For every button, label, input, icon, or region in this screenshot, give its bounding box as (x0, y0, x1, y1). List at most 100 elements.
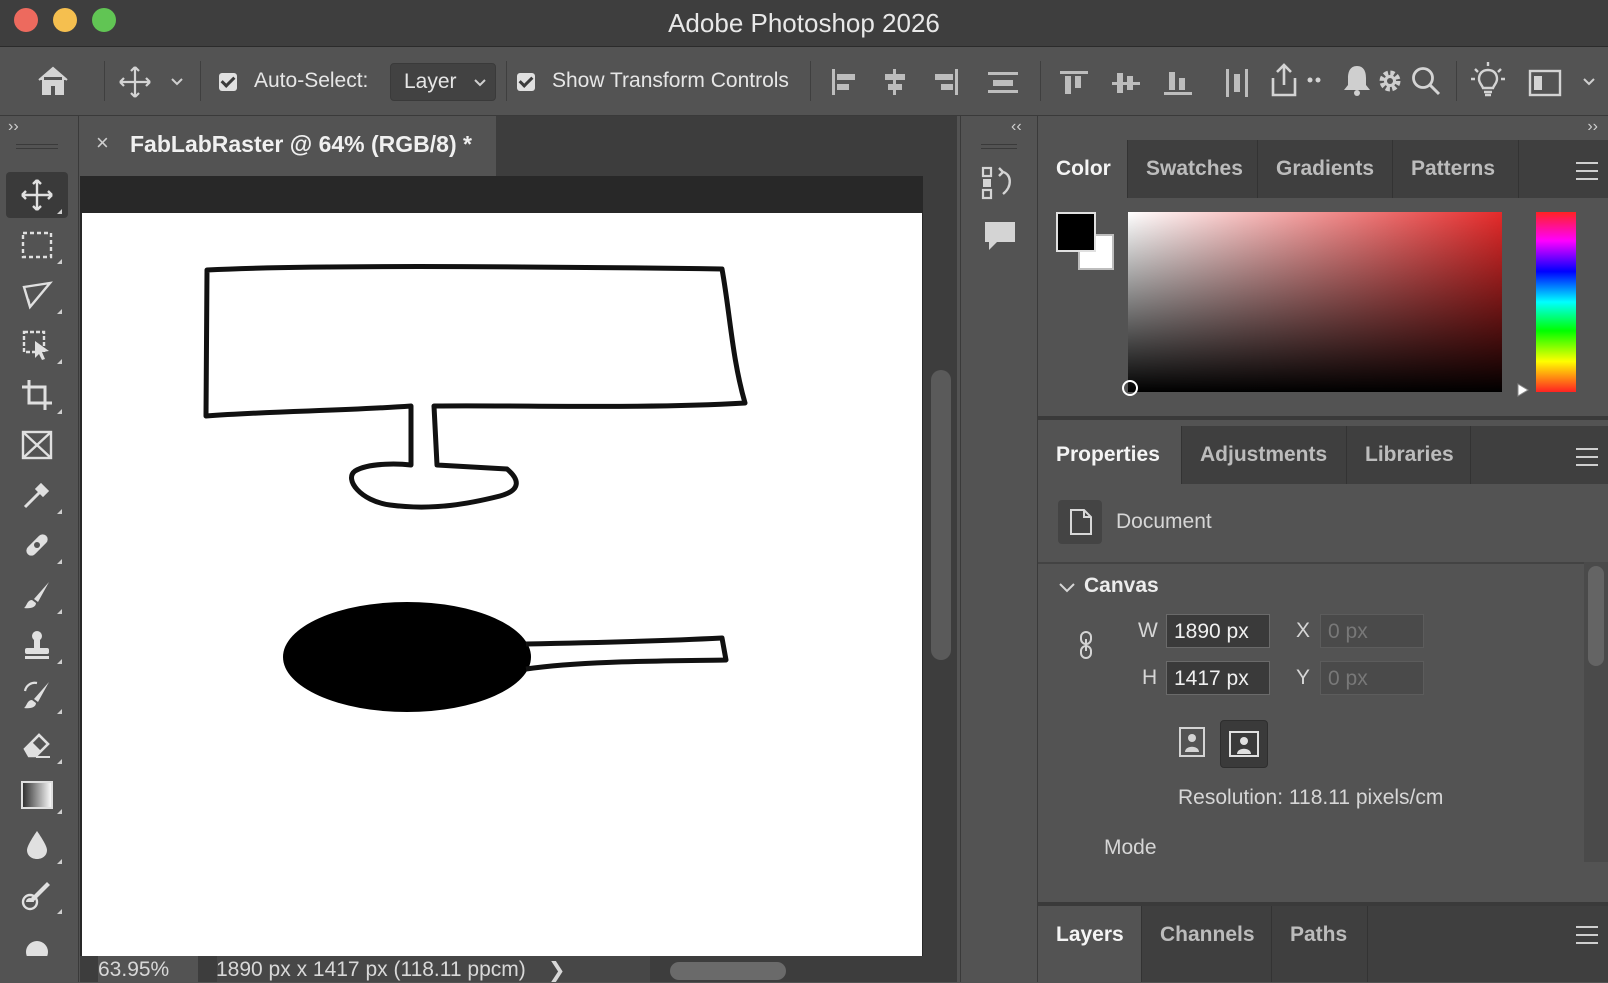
document-tab-title: FabLabRaster @ 64% (RGB/8) * (130, 131, 472, 157)
align-horizontal-center-icon[interactable] (880, 69, 910, 95)
tab-properties[interactable]: Properties (1038, 426, 1182, 484)
align-left-icon[interactable] (830, 69, 860, 95)
chevron-down-icon[interactable] (1582, 77, 1596, 87)
align-vertical-center-icon[interactable] (1112, 69, 1142, 97)
canvas-drawing (203, 264, 748, 712)
layers-panel-tabs: Layers Channels Paths (1038, 906, 1608, 982)
portrait-orientation-icon[interactable] (1178, 726, 1206, 758)
align-top-icon[interactable] (1060, 69, 1090, 97)
color-panel-tabs: Color Swatches Gradients Patterns (1038, 140, 1608, 198)
height-label: H (1142, 666, 1158, 689)
hue-slider-handle[interactable] (1516, 382, 1532, 398)
blur-tool-button[interactable] (6, 822, 68, 868)
document-icon (1070, 509, 1092, 535)
comment-icon[interactable] (983, 220, 1017, 252)
crop-icon (22, 380, 52, 410)
object-selection-tool-button[interactable] (6, 322, 68, 368)
canvas-width-field[interactable]: 1890 px (1166, 614, 1270, 648)
history-brush-icon (23, 681, 49, 709)
expand-panel-icon[interactable]: ›› (8, 118, 19, 136)
move-tool-icon[interactable] (118, 65, 152, 99)
chevron-down-icon[interactable] (170, 77, 184, 87)
zoom-level[interactable]: 63.95% (98, 958, 169, 982)
move-tool-button[interactable] (6, 172, 68, 218)
panel-grip[interactable] (16, 144, 58, 149)
healing-brush-tool-button[interactable] (6, 522, 68, 568)
frame-tool-button[interactable] (6, 422, 68, 468)
gear-icon[interactable] (1376, 67, 1404, 95)
move-tool-icon (21, 179, 53, 211)
align-right-icon[interactable] (930, 69, 960, 95)
workspace-icon[interactable] (1528, 69, 1562, 97)
color-saturation-field[interactable] (1122, 212, 1502, 396)
dodge-tool-button[interactable] (6, 872, 68, 918)
chevron-down-icon (474, 79, 486, 87)
link-dimensions-icon[interactable] (1076, 630, 1096, 660)
hue-slider[interactable] (1536, 212, 1576, 392)
dodge-icon (21, 882, 50, 911)
chevron-down-icon[interactable] (1058, 581, 1076, 595)
document-canvas[interactable] (82, 213, 922, 957)
properties-scrollbar[interactable] (1584, 562, 1608, 862)
tab-gradients[interactable]: Gradients (1258, 140, 1393, 198)
panel-menu-icon[interactable] (1576, 448, 1598, 466)
collapse-panel-icon[interactable]: ‹‹ (1011, 118, 1022, 136)
eraser-tool-button[interactable] (6, 722, 68, 768)
status-bar: 63.95% 1890 px x 1417 px (118.11 ppcm) ❯ (80, 956, 957, 982)
eyedropper-icon (23, 482, 50, 509)
tab-color[interactable]: Color (1038, 140, 1128, 198)
history-brush-tool-button[interactable] (6, 672, 68, 718)
document-tab[interactable]: × FabLabRaster @ 64% (RGB/8) * (80, 116, 496, 176)
panel-menu-icon[interactable] (1576, 926, 1598, 944)
distribute-horizontal-icon[interactable] (1224, 69, 1250, 97)
properties-scroll-thumb[interactable] (1588, 566, 1604, 666)
vertical-scroll-thumb[interactable] (931, 370, 951, 660)
discover-lightbulb-icon[interactable] (1470, 61, 1506, 99)
distribute-icon[interactable] (986, 69, 1020, 95)
landscape-orientation-button[interactable] (1220, 720, 1268, 768)
pen-tool-button[interactable] (6, 922, 68, 968)
clone-stamp-tool-button[interactable] (6, 622, 68, 668)
marquee-tool-button[interactable] (6, 222, 68, 268)
auto-select-checkbox[interactable] (219, 73, 237, 91)
lasso-icon (22, 281, 53, 310)
home-icon[interactable] (36, 65, 70, 97)
canvas-section-title[interactable]: Canvas (1084, 574, 1159, 598)
history-icon[interactable] (981, 164, 1017, 200)
brush-tool-button[interactable] (6, 572, 68, 618)
align-bottom-icon[interactable] (1164, 69, 1194, 97)
expand-panel-icon[interactable]: ›› (1587, 118, 1598, 136)
auto-select-dropdown[interactable]: Layer (390, 63, 496, 101)
show-transform-controls-checkbox[interactable] (517, 73, 535, 91)
tab-patterns[interactable]: Patterns (1393, 140, 1519, 198)
panel-menu-icon[interactable] (1576, 162, 1598, 180)
panel-grip[interactable] (981, 144, 1017, 149)
resolution-text: Resolution: 118.11 pixels/cm (1178, 786, 1444, 809)
canvas-height-field[interactable]: 1417 px (1166, 661, 1270, 695)
color-picker-handle[interactable] (1122, 380, 1138, 396)
close-icon[interactable]: × (96, 130, 109, 156)
object-selection-icon (22, 330, 49, 360)
tab-paths[interactable]: Paths (1272, 906, 1368, 982)
gradient-tool-button[interactable] (6, 772, 68, 818)
tab-adjustments[interactable]: Adjustments (1182, 426, 1347, 484)
notifications-bell-icon[interactable] (1342, 63, 1372, 97)
tab-channels[interactable]: Channels (1142, 906, 1272, 982)
tab-layers[interactable]: Layers (1038, 906, 1142, 982)
canvas-x-field[interactable]: 0 px (1320, 614, 1424, 648)
title-bar: Adobe Photoshop 2026 (0, 0, 1608, 47)
tab-swatches[interactable]: Swatches (1128, 140, 1258, 198)
search-icon[interactable] (1410, 65, 1442, 97)
eyedropper-tool-button[interactable] (6, 472, 68, 518)
document-info[interactable]: 1890 px x 1417 px (118.11 ppcm) (216, 958, 526, 982)
canvas-y-field[interactable]: 0 px (1320, 661, 1424, 695)
stamp-icon (25, 631, 49, 659)
horizontal-scroll-thumb[interactable] (670, 962, 786, 980)
more-options-icon[interactable] (1306, 75, 1322, 85)
lasso-tool-button[interactable] (6, 272, 68, 318)
crop-tool-button[interactable] (6, 372, 68, 418)
tab-libraries[interactable]: Libraries (1347, 426, 1471, 484)
share-icon[interactable] (1266, 61, 1302, 99)
frame-icon (21, 430, 53, 460)
chevron-right-icon[interactable]: ❯ (548, 958, 566, 983)
